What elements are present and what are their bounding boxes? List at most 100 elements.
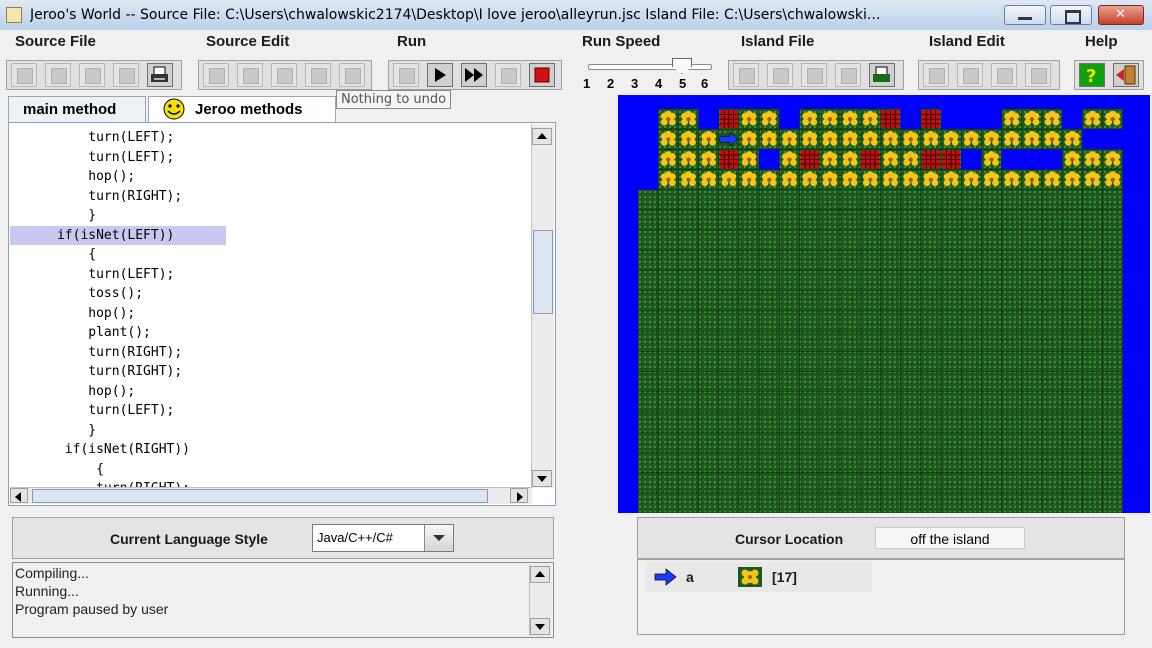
grass-cell[interactable] bbox=[1001, 431, 1023, 453]
grass-cell[interactable] bbox=[1001, 330, 1023, 352]
grass-cell[interactable] bbox=[900, 452, 922, 473]
new-file-icon[interactable] bbox=[11, 63, 37, 87]
grass-cell[interactable] bbox=[1041, 250, 1063, 271]
grass-cell[interactable] bbox=[859, 351, 881, 372]
grass-cell[interactable] bbox=[900, 472, 922, 494]
grass-cell[interactable] bbox=[940, 270, 962, 292]
grass-cell[interactable] bbox=[839, 290, 861, 312]
grass-cell[interactable] bbox=[981, 431, 1002, 453]
grass-cell[interactable] bbox=[859, 310, 881, 332]
grass-cell[interactable] bbox=[839, 351, 861, 372]
clear-island-icon[interactable] bbox=[923, 63, 949, 87]
grass-cell[interactable] bbox=[799, 250, 821, 271]
grass-cell[interactable] bbox=[738, 371, 760, 393]
grass-cell[interactable] bbox=[799, 492, 821, 513]
grass-cell[interactable] bbox=[1021, 351, 1043, 372]
code-line[interactable]: turn(LEFT); bbox=[10, 401, 174, 420]
grass-cell[interactable] bbox=[758, 229, 780, 251]
water-cell[interactable] bbox=[1062, 109, 1083, 130]
run-icon[interactable] bbox=[461, 63, 487, 87]
grass-cell[interactable] bbox=[819, 330, 841, 352]
grass-cell[interactable] bbox=[738, 250, 760, 271]
code-line[interactable]: hop(); bbox=[10, 167, 135, 186]
grass-cell[interactable] bbox=[981, 330, 1002, 352]
grass-cell[interactable] bbox=[718, 310, 740, 332]
grass-cell[interactable] bbox=[758, 452, 780, 473]
grass-cell[interactable] bbox=[859, 209, 881, 231]
grass-cell[interactable] bbox=[819, 270, 841, 292]
scroll-thumb[interactable] bbox=[533, 230, 553, 314]
grass-cell[interactable] bbox=[779, 189, 800, 211]
grass-cell[interactable] bbox=[819, 290, 841, 312]
grass-cell[interactable] bbox=[799, 431, 821, 453]
grass-cell[interactable] bbox=[981, 472, 1002, 494]
menu-help[interactable]: Help bbox=[1085, 33, 1118, 50]
grass-cell[interactable] bbox=[960, 250, 982, 271]
grass-cell[interactable] bbox=[637, 351, 659, 372]
grass-cell[interactable] bbox=[960, 209, 982, 231]
grass-cell[interactable] bbox=[900, 371, 922, 393]
code-text-area[interactable]: turn(LEFT); turn(LEFT); hop(); turn(RIGH… bbox=[10, 124, 530, 488]
water-cell[interactable] bbox=[638, 169, 659, 190]
console-scroll-up-button[interactable] bbox=[530, 566, 550, 583]
maximize-button[interactable] bbox=[1050, 5, 1092, 25]
grass-cell[interactable] bbox=[920, 229, 942, 251]
grass-cell[interactable] bbox=[880, 351, 901, 372]
stop-icon[interactable] bbox=[529, 63, 555, 87]
grass-cell[interactable] bbox=[779, 310, 800, 332]
grass-cell[interactable] bbox=[1001, 411, 1023, 433]
grass-cell[interactable] bbox=[637, 492, 659, 513]
grass-cell[interactable] bbox=[940, 351, 962, 372]
grass-cell[interactable] bbox=[678, 290, 699, 312]
grass-cell[interactable] bbox=[718, 431, 740, 453]
grass-cell[interactable] bbox=[920, 492, 942, 513]
grass-cell[interactable] bbox=[981, 492, 1002, 513]
grass-cell[interactable] bbox=[637, 189, 659, 211]
close-button[interactable]: ✕ bbox=[1098, 5, 1144, 25]
grass-cell[interactable] bbox=[1061, 411, 1083, 433]
grass-cell[interactable] bbox=[940, 431, 962, 453]
grass-cell[interactable] bbox=[920, 351, 942, 372]
save-island-as-icon[interactable] bbox=[835, 63, 861, 87]
grass-cell[interactable] bbox=[1102, 270, 1124, 292]
grass-cell[interactable] bbox=[920, 330, 942, 352]
grass-cell[interactable] bbox=[779, 472, 800, 494]
grass-cell[interactable] bbox=[718, 250, 740, 271]
grass-cell[interactable] bbox=[839, 270, 861, 292]
grass-cell[interactable] bbox=[920, 371, 942, 393]
grass-cell[interactable] bbox=[1082, 189, 1103, 211]
grass-cell[interactable] bbox=[637, 452, 659, 473]
grass-cell[interactable] bbox=[799, 290, 821, 312]
grass-cell[interactable] bbox=[637, 290, 659, 312]
grass-cell[interactable] bbox=[738, 452, 760, 473]
grass-cell[interactable] bbox=[839, 250, 861, 271]
grass-cell[interactable] bbox=[698, 371, 720, 393]
grass-cell[interactable] bbox=[678, 250, 699, 271]
grass-cell[interactable] bbox=[1061, 452, 1083, 473]
grass-cell[interactable] bbox=[981, 290, 1002, 312]
grass-cell[interactable] bbox=[900, 492, 922, 513]
grass-cell[interactable] bbox=[1102, 189, 1124, 211]
grass-cell[interactable] bbox=[1041, 371, 1063, 393]
grass-cell[interactable] bbox=[637, 431, 659, 453]
grass-cell[interactable] bbox=[819, 209, 841, 231]
grass-cell[interactable] bbox=[637, 371, 659, 393]
grass-cell[interactable] bbox=[960, 290, 982, 312]
grass-cell[interactable] bbox=[940, 452, 962, 473]
code-line[interactable]: turn(LEFT); bbox=[10, 265, 174, 284]
paste-icon[interactable] bbox=[271, 63, 297, 87]
grass-cell[interactable] bbox=[1041, 351, 1063, 372]
grass-cell[interactable] bbox=[779, 411, 800, 433]
grass-cell[interactable] bbox=[900, 431, 922, 453]
grass-cell[interactable] bbox=[1001, 229, 1023, 251]
grass-cell[interactable] bbox=[758, 209, 780, 231]
grass-cell[interactable] bbox=[799, 351, 821, 372]
grass-cell[interactable] bbox=[1082, 492, 1103, 513]
grass-cell[interactable] bbox=[960, 472, 982, 494]
grass-cell[interactable] bbox=[839, 411, 861, 433]
grass-cell[interactable] bbox=[657, 229, 679, 251]
grass-cell[interactable] bbox=[738, 431, 760, 453]
grass-cell[interactable] bbox=[940, 472, 962, 494]
grass-cell[interactable] bbox=[758, 492, 780, 513]
grass-cell[interactable] bbox=[940, 371, 962, 393]
